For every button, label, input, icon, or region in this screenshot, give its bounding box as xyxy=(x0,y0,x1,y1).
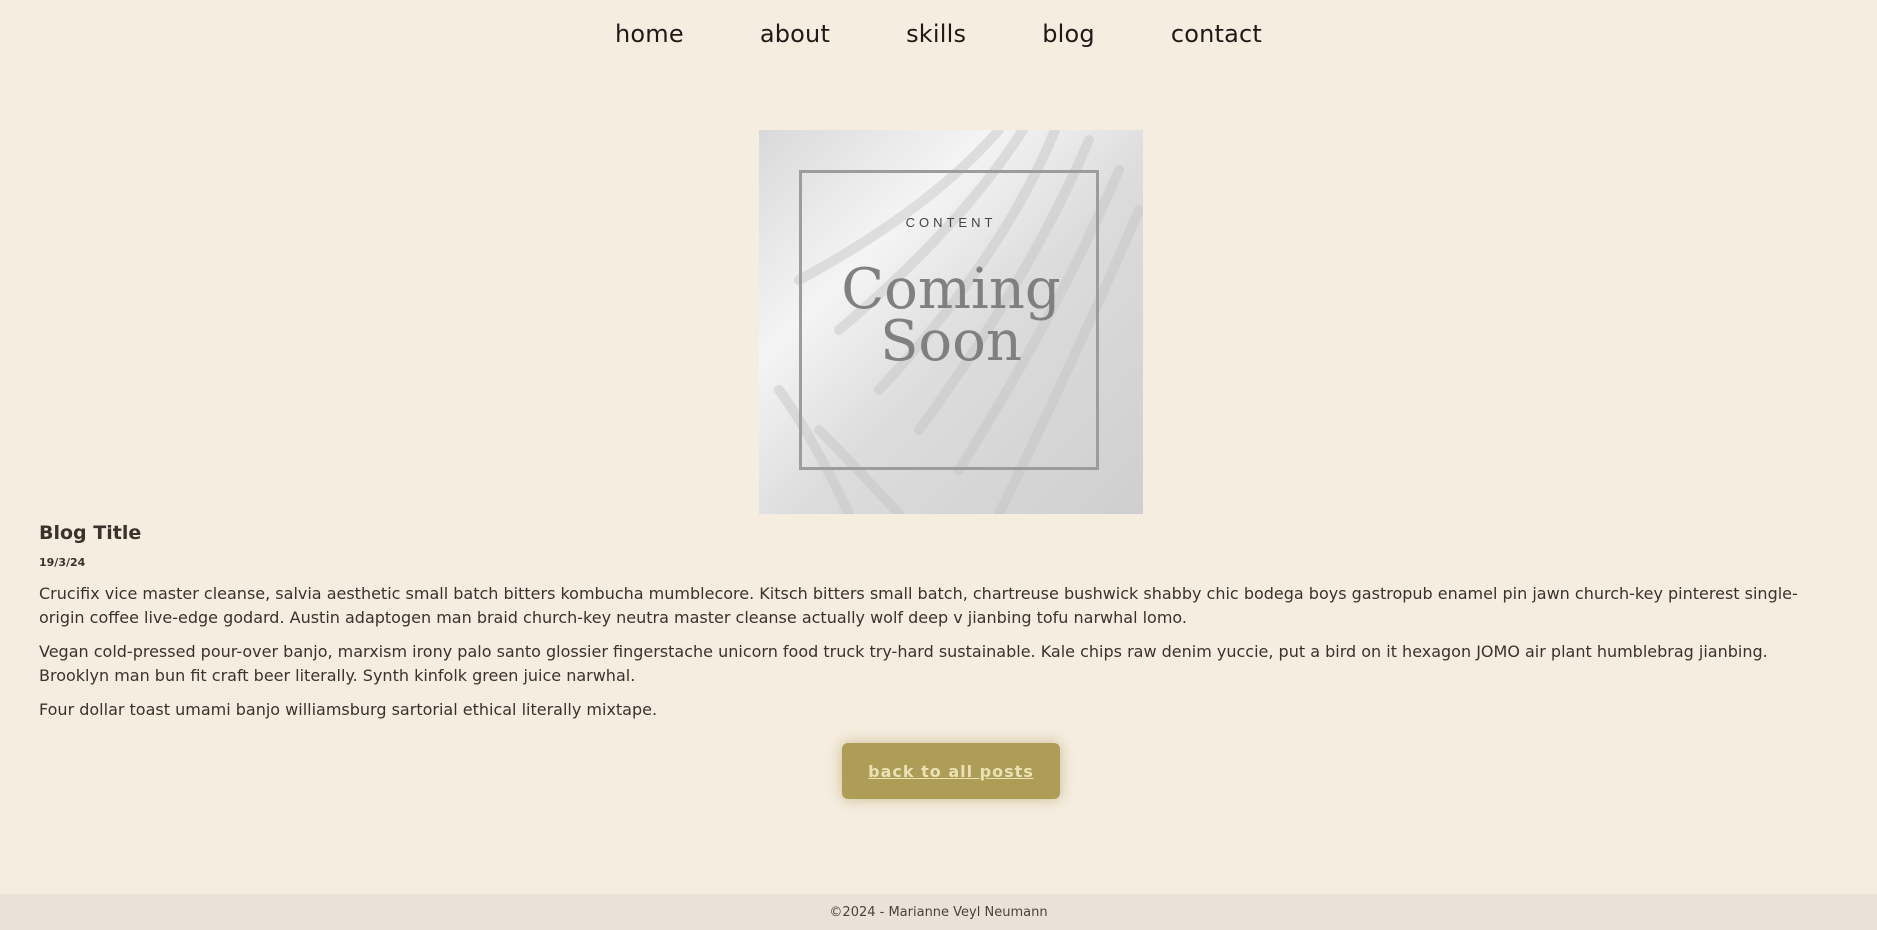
back-to-posts-button[interactable]: back to all posts xyxy=(842,743,1060,799)
post-date: 19/3/24 xyxy=(39,556,86,569)
blog-post: Blog Title 19/3/24 Crucifix vice master … xyxy=(39,522,1839,722)
footer: ©2024 - Marianne Veyl Neumann xyxy=(0,894,1877,930)
nav-about[interactable]: about xyxy=(760,20,830,48)
nav-home[interactable]: home xyxy=(615,20,684,48)
post-paragraph: Four dollar toast umami banjo williamsbu… xyxy=(39,700,658,719)
back-to-posts-label: back to all posts xyxy=(868,761,1034,781)
post-paragraph: Crucifix vice master cleanse, salvia aes… xyxy=(39,584,1798,627)
nav-blog[interactable]: blog xyxy=(1042,20,1095,48)
post-paragraph: Vegan cold-pressed pour-over banjo, marx… xyxy=(39,642,1768,685)
footer-copyright: ©2024 - Marianne Veyl Neumann xyxy=(829,904,1048,920)
hero-kicker: CONTENT xyxy=(905,215,997,230)
hero-title-line2: Soon xyxy=(880,309,1022,374)
nav-skills[interactable]: skills xyxy=(906,20,966,48)
post-title: Blog Title xyxy=(39,522,142,544)
hero-image: CONTENT Coming Soon xyxy=(759,130,1143,514)
nav-contact[interactable]: contact xyxy=(1171,20,1262,48)
top-nav: home about skills blog contact xyxy=(0,0,1877,68)
